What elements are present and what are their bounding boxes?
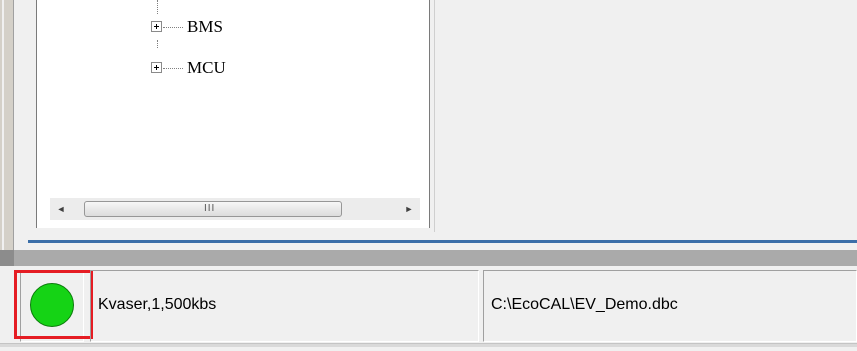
detail-pane [434, 0, 857, 232]
horizontal-scrollbar[interactable]: ◄ III ► [50, 198, 420, 220]
scrollbar-thumb[interactable]: III [84, 201, 342, 217]
tree-dotted-connector [163, 27, 183, 28]
expand-icon[interactable] [151, 21, 162, 32]
highlight-box [14, 270, 93, 339]
splitter-band[interactable] [14, 250, 857, 266]
panel-bottom-border [28, 240, 857, 243]
expand-icon[interactable] [151, 62, 162, 73]
device-info-panel: Kvaser,1,500kbs [90, 270, 479, 342]
tree-item-label[interactable]: BMS [187, 17, 223, 37]
tree-dotted-connector [163, 68, 183, 69]
tree-connector-line [157, 0, 158, 14]
status-bar-bottom-edge [0, 343, 857, 347]
file-path-text: C:\EcoCAL\EV_Demo.dbc [491, 296, 678, 313]
tree-item-label[interactable]: MCU [187, 58, 226, 78]
scroll-right-arrow-icon[interactable]: ► [402, 202, 416, 216]
file-path-panel: C:\EcoCAL\EV_Demo.dbc [483, 270, 857, 342]
scroll-grip-icon: III [204, 203, 216, 214]
tree-view[interactable]: BMS MCU [36, 0, 430, 228]
device-info-text: Kvaser,1,500kbs [98, 296, 217, 313]
frame-corner [0, 250, 14, 266]
window-left-frame [0, 0, 14, 250]
scroll-left-arrow-icon[interactable]: ◄ [54, 202, 68, 216]
tree-connector-line [157, 40, 158, 48]
